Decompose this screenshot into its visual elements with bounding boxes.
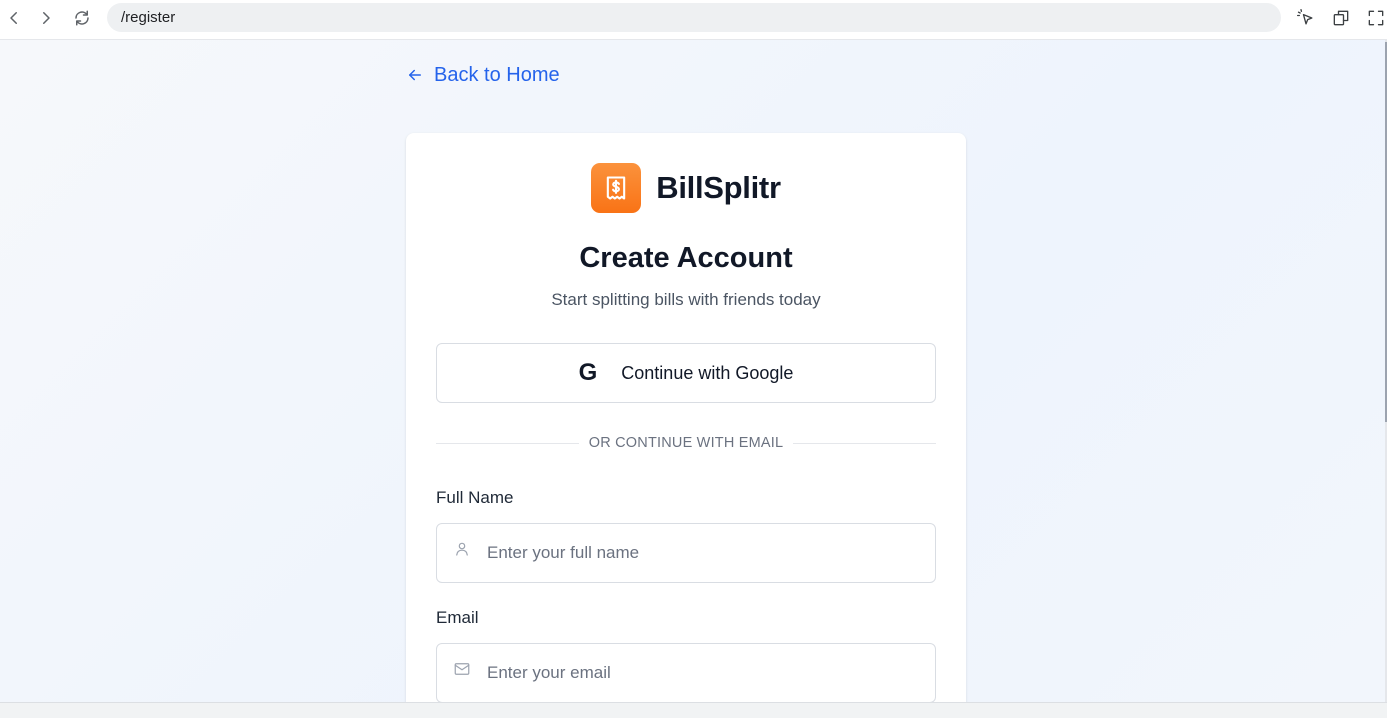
email-field[interactable] [436, 643, 936, 702]
divider-line-right [793, 442, 937, 444]
url-text: /register [121, 9, 176, 26]
register-page: Back to Home BillSplitr Create Account S… [0, 40, 1385, 702]
mail-icon [453, 660, 471, 678]
full-name-field[interactable] [436, 523, 936, 583]
brand-name: BillSplitr [656, 170, 781, 205]
register-card: BillSplitr Create Account Start splittin… [406, 133, 966, 702]
divider-text: OR CONTINUE WITH EMAIL [588, 435, 784, 451]
browser-toolbar: /register [0, 0, 1387, 40]
arrow-left-icon [409, 69, 421, 81]
chevron-right-icon[interactable] [34, 6, 58, 30]
fullscreen-icon[interactable] [1364, 6, 1387, 30]
cursor-select-icon[interactable] [1294, 6, 1318, 30]
google-button-label: Continue with Google [621, 362, 794, 383]
page-title: Create Account [579, 242, 793, 274]
page-subtitle: Start splitting bills with friends today [551, 290, 821, 309]
full-name-input[interactable] [487, 524, 927, 582]
google-icon: G [578, 359, 598, 386]
email-input[interactable] [487, 644, 927, 702]
back-to-home-link[interactable]: Back to Home [406, 62, 560, 88]
receipt-dollar-icon [591, 163, 642, 213]
divider-line-left [436, 442, 579, 444]
reload-icon[interactable] [70, 6, 94, 30]
browser-status-bar [0, 702, 1387, 718]
user-icon [453, 540, 471, 558]
copy-window-icon[interactable] [1329, 6, 1353, 30]
continue-with-google-button[interactable]: G Continue with Google [436, 343, 936, 403]
back-link-label: Back to Home [434, 63, 560, 86]
chevron-left-icon[interactable] [2, 6, 26, 30]
brand: BillSplitr [406, 163, 966, 213]
url-bar[interactable]: /register [107, 3, 1281, 32]
email-label: Email [436, 608, 479, 627]
divider: OR CONTINUE WITH EMAIL [436, 433, 937, 453]
full-name-label: Full Name [436, 488, 514, 507]
